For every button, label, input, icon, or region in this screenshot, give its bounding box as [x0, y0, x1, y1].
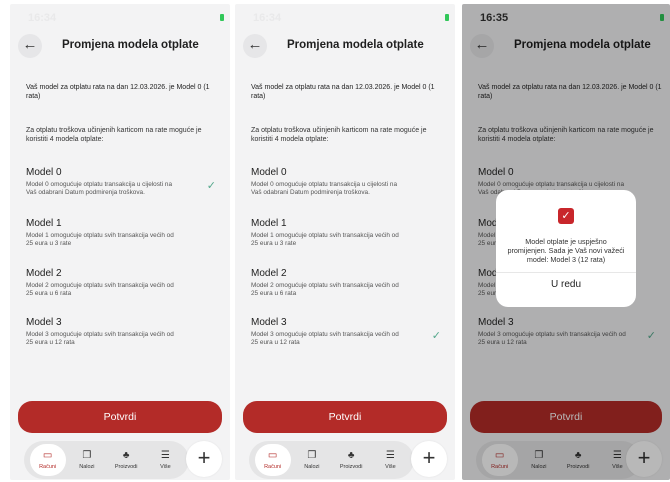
- check-icon: ✓: [431, 330, 441, 342]
- current-model-text: Vaš model za otplatu rata na dan 12.03.2…: [26, 84, 210, 100]
- model-option-3[interactable]: Model 3 Model 3 omogućuje otplatu svih t…: [26, 317, 222, 347]
- model-option-1[interactable]: Model 1 Model 1 omogućuje otplatu svih t…: [26, 218, 222, 248]
- nav-label: Više: [160, 464, 171, 470]
- model-option-3[interactable]: Model 3 Model 3 omogućuje otplatu svih t…: [251, 317, 447, 347]
- plus-button[interactable]: +: [186, 441, 222, 477]
- status-bar: 16:34: [235, 4, 455, 26]
- wallet-icon: ▭: [42, 450, 53, 461]
- current-model-text: Vaš model za otplatu rata na dan 12.03.2…: [251, 84, 435, 100]
- page-title: Promjena modela otplate: [287, 39, 424, 51]
- menu-icon: ☰: [160, 450, 170, 461]
- nav-label: Proizvodi: [114, 464, 138, 470]
- status-bar: 16:34: [10, 4, 230, 26]
- screen-success-dialog: 16:35 ← Promjena modela otplate Vaš mode…: [462, 4, 670, 480]
- ok-button[interactable]: U redu: [496, 279, 636, 290]
- model-desc: Model 0 omogućuje otplatu transakcija u …: [251, 181, 398, 196]
- model-name: Model 2: [251, 268, 287, 279]
- model-name: Model 1: [251, 218, 287, 229]
- header: ← Promjena modela otplate: [10, 34, 230, 60]
- model-option-2[interactable]: Model 2 Model 2 omogućuje otplatu svih t…: [26, 268, 222, 298]
- status-time: 16:34: [253, 12, 282, 24]
- confirm-button[interactable]: Potvrdi: [18, 401, 222, 433]
- check-icon: ✓: [206, 180, 216, 192]
- nav-item-racuni[interactable]: ▭ Računi: [29, 444, 66, 476]
- options-text: Za otplatu troškova učinjenih karticom n…: [26, 127, 202, 143]
- screen-model-3-selected: 16:34 ← Promjena modela otplate Vaš mode…: [235, 4, 455, 480]
- model-desc: Model 2 omogućuje otplatu svih transakci…: [251, 282, 399, 297]
- nav-item-vise[interactable]: ☰ Više: [372, 444, 408, 476]
- nav-item-vise[interactable]: ☰ Više: [147, 444, 183, 476]
- options-text: Za otplatu troškova učinjenih karticom n…: [251, 127, 427, 143]
- model-name: Model 0: [251, 167, 287, 178]
- model-option-0[interactable]: Model 0 Model 0 omogućuje otplatu transa…: [26, 167, 222, 197]
- nav-item-proizvodi[interactable]: ♣ Proizvodi: [108, 444, 144, 476]
- products-icon: ♣: [122, 450, 130, 461]
- products-icon: ♣: [347, 450, 355, 461]
- battery-icon: [433, 14, 449, 21]
- nav-item-racuni[interactable]: ▭ Računi: [254, 444, 291, 476]
- model-name: Model 3: [26, 317, 62, 328]
- nav-label: Proizvodi: [339, 464, 363, 470]
- menu-icon: ☰: [385, 450, 395, 461]
- arrow-left-icon[interactable]: ←: [18, 34, 42, 58]
- bottom-nav: ▭ Računi ❐ Nalozi ♣ Proizvodi ☰ Više: [249, 441, 414, 479]
- nav-item-nalozi[interactable]: ❐ Nalozi: [294, 444, 330, 476]
- nav-item-proizvodi[interactable]: ♣ Proizvodi: [333, 444, 369, 476]
- page-title: Promjena modela otplate: [62, 39, 199, 51]
- model-name: Model 3: [251, 317, 287, 328]
- screen-model-0-selected: 16:34 ← Promjena modela otplate Vaš mode…: [10, 4, 230, 480]
- dialog-message: Model otplate je uspješno promijenjen. S…: [507, 237, 625, 264]
- model-option-2[interactable]: Model 2 Model 2 omogućuje otplatu svih t…: [251, 268, 447, 298]
- model-name: Model 0: [26, 167, 62, 178]
- confirm-button[interactable]: Potvrdi: [243, 401, 447, 433]
- nav-label: Računi: [39, 464, 57, 470]
- nav-label: Nalozi: [79, 464, 95, 470]
- model-option-0[interactable]: Model 0 Model 0 omogućuje otplatu transa…: [251, 167, 447, 197]
- bottom-nav: ▭ Računi ❐ Nalozi ♣ Proizvodi ☰ Više: [24, 441, 189, 479]
- status-time: 16:34: [28, 12, 57, 24]
- checkbox-checked-icon: ✓: [558, 208, 574, 224]
- header: ← Promjena modela otplate: [235, 34, 455, 60]
- model-desc: Model 0 omogućuje otplatu transakcija u …: [26, 181, 173, 196]
- model-desc: Model 3 omogućuje otplatu svih transakci…: [26, 331, 174, 346]
- model-desc: Model 1 omogućuje otplatu svih transakci…: [251, 232, 399, 247]
- nav-label: Nalozi: [304, 464, 320, 470]
- battery-icon: [208, 14, 224, 21]
- model-name: Model 2: [26, 268, 62, 279]
- model-desc: Model 1 omogućuje otplatu svih transakci…: [26, 232, 174, 247]
- model-desc: Model 2 omogućuje otplatu svih transakci…: [26, 282, 174, 297]
- nav-label: Računi: [264, 464, 282, 470]
- model-name: Model 1: [26, 218, 62, 229]
- arrow-left-icon[interactable]: ←: [243, 34, 267, 58]
- documents-icon: ❐: [82, 450, 92, 461]
- divider: [496, 272, 636, 273]
- nav-label: Više: [385, 464, 396, 470]
- success-dialog: ✓ Model otplate je uspješno promijenjen.…: [496, 190, 636, 307]
- wallet-icon: ▭: [267, 450, 278, 461]
- plus-button[interactable]: +: [411, 441, 447, 477]
- model-desc: Model 3 omogućuje otplatu svih transakci…: [251, 331, 399, 346]
- model-option-1[interactable]: Model 1 Model 1 omogućuje otplatu svih t…: [251, 218, 447, 248]
- nav-item-nalozi[interactable]: ❐ Nalozi: [69, 444, 105, 476]
- documents-icon: ❐: [307, 450, 317, 461]
